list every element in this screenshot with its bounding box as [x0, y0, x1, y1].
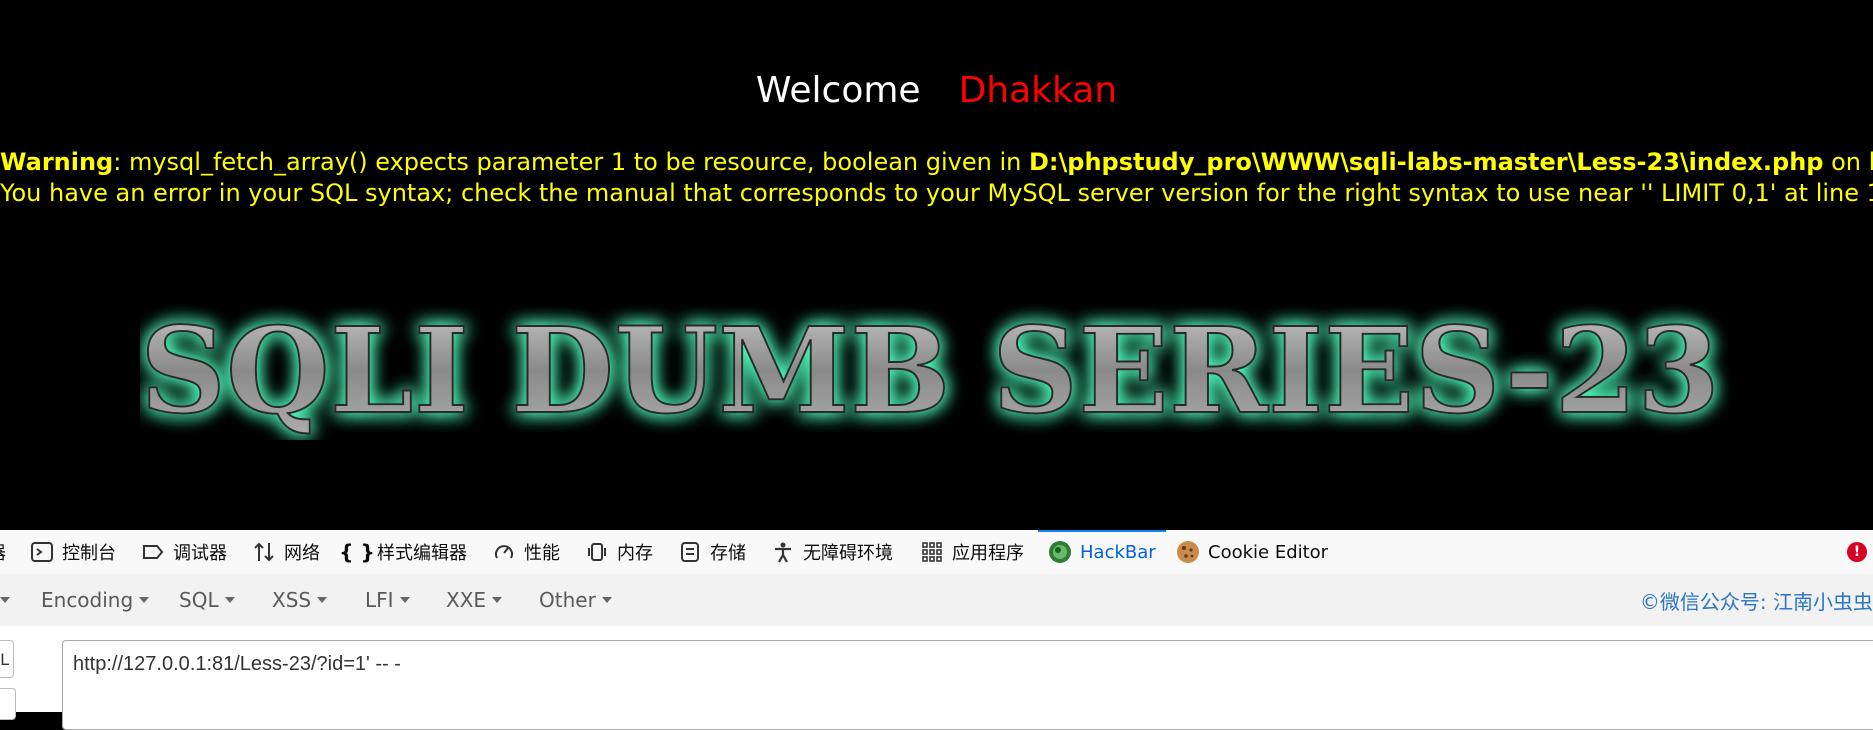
chevron-down-icon — [399, 597, 410, 603]
chevron-down-icon — [139, 597, 150, 603]
split-url-button[interactable] — [0, 688, 16, 720]
sqli-banner-image: SQLI DUMB SERIES-23 — [140, 300, 1721, 440]
tab-debugger[interactable]: 调试器 — [141, 530, 227, 574]
application-icon — [920, 540, 944, 564]
menu-label: XXE — [446, 588, 487, 612]
cookie-icon — [1176, 540, 1200, 564]
tab-label: 性能 — [524, 543, 560, 564]
web-page: Welcome Dhakkan Warning: mysql_fetch_arra… — [0, 0, 1873, 530]
tab-label: 内存 — [617, 543, 653, 564]
tab-console[interactable]: 控制台 — [30, 530, 116, 574]
tab-network[interactable]: 网络 — [252, 530, 320, 574]
menu-label: LFI — [365, 588, 394, 612]
hackbar-menu-bar: Encoding SQL XSS LFI XXE Other ©微信公众号: 江… — [0, 574, 1873, 627]
chevron-down-icon — [224, 597, 235, 603]
menu-encoding[interactable]: Encoding — [41, 574, 150, 626]
menu-collapsed[interactable] — [0, 574, 10, 626]
tab-label: 存储 — [710, 543, 746, 564]
url-input[interactable]: http://127.0.0.1:81/Less-23/?id=1' -- - — [62, 640, 1873, 730]
chevron-down-icon — [317, 597, 328, 603]
storage-icon — [678, 540, 702, 564]
performance-icon — [492, 540, 516, 564]
debugger-icon — [141, 540, 165, 564]
php-warning: Warning: mysql_fetch_array() expects par… — [0, 148, 1873, 176]
banner-text: SQLI DUMB SERIES-23 — [140, 301, 1720, 440]
tab-hackbar[interactable]: HackBar — [1038, 530, 1166, 574]
chevron-down-icon — [601, 597, 612, 603]
warning-text: : mysql_fetch_array() expects parameter … — [113, 148, 1029, 176]
error-badge[interactable]: ! — [1847, 542, 1867, 562]
tab-label: Cookie Editor — [1208, 541, 1329, 563]
chevron-down-icon — [492, 597, 503, 603]
tab-inspector[interactable]: 器 — [0, 530, 6, 574]
tab-label: 网络 — [284, 543, 320, 564]
tab-performance[interactable]: 性能 — [492, 530, 560, 574]
menu-label: Encoding — [41, 588, 134, 612]
tab-style-editor[interactable]: { } 样式编辑器 — [339, 530, 467, 574]
menu-label: Other — [539, 588, 596, 612]
welcome-name: Dhakkan — [958, 70, 1118, 111]
hackbar-icon — [1048, 540, 1072, 564]
warning-label: Warning — [0, 148, 114, 176]
tab-label: 无障碍环境 — [803, 543, 893, 564]
welcome-label: Welcome — [755, 70, 921, 111]
load-url-button[interactable]: L — [0, 640, 14, 678]
tab-cookie-editor[interactable]: Cookie Editor — [1176, 530, 1328, 574]
welcome-heading: Welcome Dhakkan — [0, 70, 1873, 111]
menu-sql[interactable]: SQL — [179, 574, 235, 626]
menu-xss[interactable]: XSS — [272, 574, 328, 626]
tab-storage[interactable]: 存储 — [678, 530, 746, 574]
tab-memory[interactable]: 内存 — [585, 530, 653, 574]
network-icon — [252, 540, 276, 564]
menu-label: XSS — [272, 588, 312, 612]
credit-link[interactable]: ©微信公众号: 江南小虫虫 — [1640, 574, 1873, 626]
tab-label: 应用程序 — [952, 543, 1024, 564]
tab-label: HackBar — [1080, 541, 1156, 563]
menu-other[interactable]: Other — [539, 574, 612, 626]
style-editor-icon: { } — [339, 540, 375, 564]
tab-label: 样式编辑器 — [377, 543, 467, 564]
tab-label: 调试器 — [173, 543, 227, 564]
menu-xxe[interactable]: XXE — [446, 574, 503, 626]
url-area: L http://127.0.0.1:81/Less-23/?id=1' -- … — [0, 626, 1873, 730]
devtools-tab-bar: 器 控制台 调试器 网络 { } 样式编辑器 — [0, 530, 1873, 575]
menu-lfi[interactable]: LFI — [365, 574, 410, 626]
devtools-panel: 器 控制台 调试器 网络 { } 样式编辑器 — [0, 530, 1873, 730]
warning-path: D:\phpstudy_pro\WWW\sqli-labs-master\Les… — [1028, 148, 1824, 176]
memory-icon — [585, 540, 609, 564]
tab-label: 器 — [0, 539, 6, 565]
tab-application[interactable]: 应用程序 — [920, 530, 1024, 574]
menu-label: SQL — [179, 588, 219, 612]
accessibility-icon — [771, 540, 795, 564]
tab-accessibility[interactable]: 无障碍环境 — [771, 530, 893, 574]
console-icon — [30, 540, 54, 564]
sql-error-message: You have an error in your SQL syntax; ch… — [0, 179, 1873, 207]
chevron-down-icon — [0, 597, 10, 603]
tab-label: 控制台 — [62, 543, 116, 564]
warning-on-line: on line — [1831, 148, 1873, 176]
